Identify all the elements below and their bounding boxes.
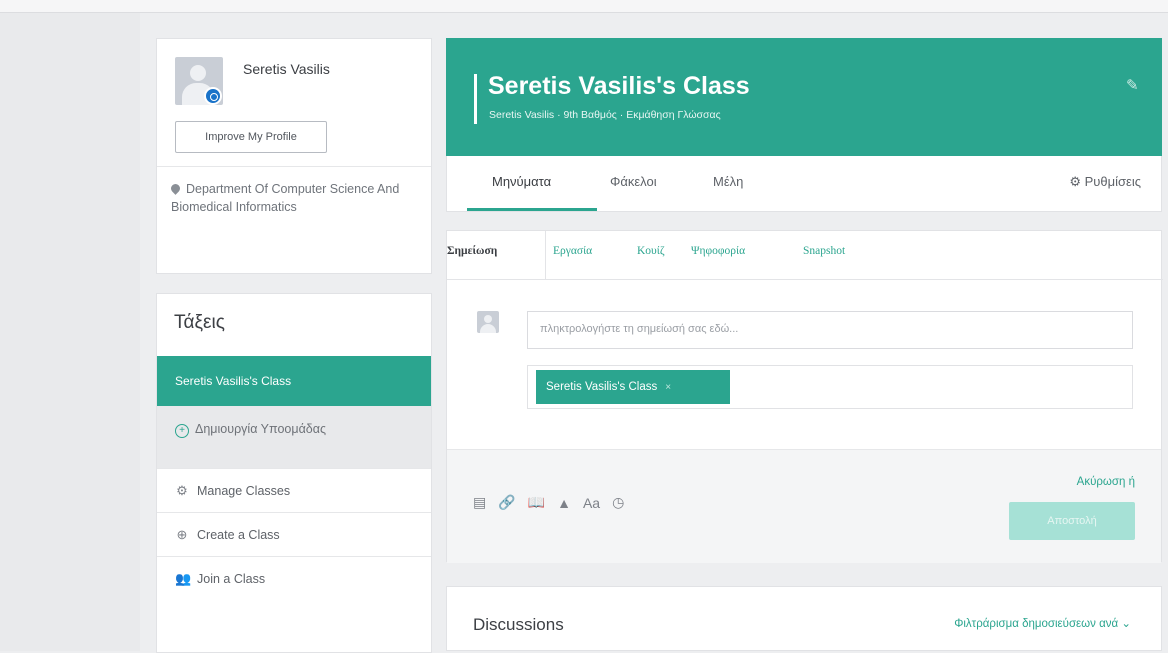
avatar [477, 311, 499, 333]
settings-link[interactable]: ⚙ Ρυθμίσεις [1069, 174, 1141, 190]
create-class-label: Create a Class [197, 527, 280, 542]
divider [157, 166, 431, 167]
department-info[interactable]: Department Of Computer Science And Biome… [169, 180, 401, 216]
pencil-icon[interactable]: ✎ [1126, 76, 1144, 94]
close-icon[interactable]: × [665, 382, 671, 393]
tab-folders[interactable]: Φάκελοι [610, 174, 657, 189]
avatar[interactable] [175, 57, 223, 105]
create-subgroup-link[interactable]: + Δημιουργία Υποομάδας [157, 406, 431, 468]
note-icon[interactable]: ▤ [473, 494, 486, 511]
banner-accent-bar [474, 74, 477, 124]
send-button[interactable]: Αποστολή [1009, 502, 1135, 540]
plus-circle-icon: ⊕ [176, 526, 188, 542]
department-label: Department Of Computer Science And Biome… [171, 182, 400, 214]
filter-posts-dropdown[interactable]: Φιλτράρισμα δημοσιεύσεων ανά ⌄ [954, 616, 1131, 630]
manage-classes-label: Manage Classes [197, 483, 291, 498]
post-composer: Σημείωση Εργασία Κουίζ Ψηφοφορία Snapsho… [446, 230, 1163, 563]
tab-members[interactable]: Μέλη [713, 174, 743, 189]
recipient-chip[interactable]: Seretis Vasilis's Class × [536, 370, 730, 404]
cancel-link[interactable]: Ακύρωση ή [1077, 476, 1135, 488]
join-class-item[interactable]: 👥 Join a Class [157, 556, 431, 600]
classes-title: Τάξεις [174, 312, 225, 333]
create-class-item[interactable]: ⊕ Create a Class [157, 512, 431, 556]
recipient-label: Seretis Vasilis's Class [546, 381, 658, 393]
drive-icon[interactable]: ▲ [557, 495, 571, 511]
gear-icon: ⚙ [176, 482, 188, 498]
recipient-field[interactable]: Seretis Vasilis's Class × [527, 365, 1133, 409]
location-pin-icon [169, 182, 182, 195]
create-subgroup-label: Δημιουργία Υποομάδας [195, 422, 327, 436]
join-class-label: Join a Class [197, 571, 266, 586]
tab-note[interactable]: Σημείωση [447, 245, 497, 257]
composer-tabs: Σημείωση Εργασία Κουίζ Ψηφοφορία Snapsho… [447, 231, 1163, 280]
plus-circle-icon: + [175, 424, 189, 438]
link-icon[interactable]: 🔗 [498, 494, 515, 511]
class-title: Seretis Vasilis's Class [488, 72, 750, 100]
divider [545, 231, 546, 279]
people-icon: 👥 [175, 570, 192, 586]
class-banner: Seretis Vasilis's Class Seretis Vasilis … [446, 38, 1162, 156]
profile-name[interactable]: Seretis Vasilis [243, 61, 330, 77]
composer-footer: ▤ 🔗 📖 ▲ Aa ◷ Ακύρωση ή Αποστολή [447, 449, 1161, 563]
classes-card: Τάξεις Seretis Vasilis's Class + Δημιουργ… [156, 293, 432, 653]
composer-toolbar: ▤ 🔗 📖 ▲ Aa ◷ [473, 494, 624, 511]
tab-quiz[interactable]: Κουίζ [637, 245, 665, 257]
profile-card: Seretis Vasilis Improve My Profile Depar… [156, 38, 432, 274]
tab-messages[interactable]: Μηνύματα [492, 174, 551, 189]
improve-profile-button[interactable]: Improve My Profile [175, 121, 327, 153]
library-icon[interactable]: 📖 [528, 494, 545, 511]
chevron-down-icon: ⌄ [1121, 618, 1131, 630]
manage-classes-item[interactable]: ⚙ Manage Classes [157, 468, 431, 512]
class-tabs: Μηνύματα Φάκελοι Μέλη ⚙ Ρυθμίσεις [446, 156, 1162, 212]
note-input[interactable]: πληκτρολογήστε τη σημείωσή σας εδώ... [527, 311, 1133, 349]
gear-icon: ⚙ [1069, 174, 1081, 189]
tab-snapshot[interactable]: Snapshot [803, 245, 845, 257]
filter-label: Φιλτράρισμα δημοσιεύσεων ανά [954, 618, 1119, 630]
tab-assignment[interactable]: Εργασία [553, 245, 592, 257]
left-gutter [0, 13, 140, 651]
text-format-icon[interactable]: Aa [583, 495, 600, 511]
sidebar-item-active-class[interactable]: Seretis Vasilis's Class [157, 356, 431, 406]
settings-label: Ρυθμίσεις [1084, 174, 1141, 189]
active-tab-underline [467, 208, 597, 211]
class-subtitle: Seretis Vasilis · 9th Βαθμός · Εκμάθηση … [489, 109, 721, 121]
clock-icon[interactable]: ◷ [612, 494, 624, 511]
top-bar [0, 0, 1168, 13]
tab-poll[interactable]: Ψηφοφορία [691, 245, 745, 257]
discussions-title: Discussions [473, 615, 564, 634]
discussions-card: Discussions Φιλτράρισμα δημοσιεύσεων ανά… [446, 586, 1162, 651]
camera-icon[interactable] [204, 87, 222, 105]
